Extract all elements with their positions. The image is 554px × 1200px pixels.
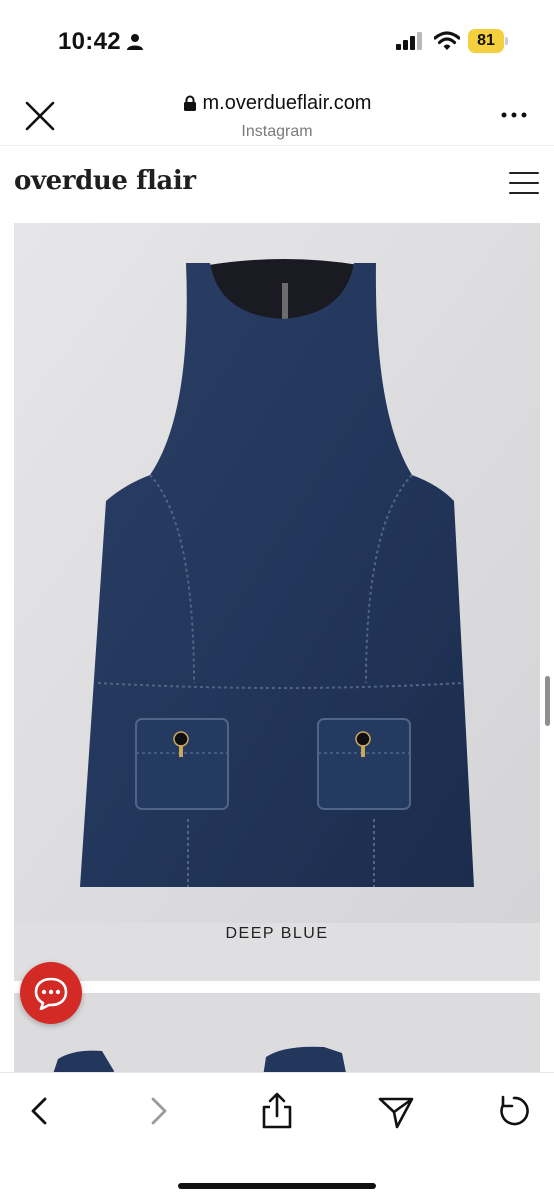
share-icon[interactable] xyxy=(257,1091,297,1131)
url-subtitle: Instagram xyxy=(241,123,313,140)
product-card[interactable] xyxy=(14,993,540,1083)
site-logo[interactable]: overdue flair xyxy=(14,166,196,196)
url-area[interactable]: m.overdueflair.com Instagram xyxy=(0,92,554,141)
product-image[interactable] xyxy=(14,223,540,923)
chat-button[interactable] xyxy=(20,962,82,1024)
signal-icon xyxy=(396,32,422,50)
wifi-icon xyxy=(434,31,460,50)
back-icon[interactable] xyxy=(20,1091,60,1131)
person-icon xyxy=(127,34,143,50)
scroll-indicator[interactable] xyxy=(545,676,550,726)
battery-level: 81 xyxy=(477,32,495,49)
url-line: m.overdueflair.com xyxy=(183,92,372,115)
chat-icon xyxy=(34,977,68,1010)
browser-header: m.overdueflair.com Instagram xyxy=(0,80,554,146)
forward-icon[interactable] xyxy=(138,1091,178,1131)
hamburger-menu-icon[interactable] xyxy=(508,170,540,196)
bottom-toolbar xyxy=(0,1072,554,1200)
url-text: m.overdueflair.com xyxy=(202,92,372,114)
product-card[interactable]: DEEP BLUE xyxy=(14,223,540,981)
home-indicator xyxy=(178,1183,376,1189)
send-icon[interactable] xyxy=(376,1091,416,1131)
battery-nub xyxy=(505,37,508,45)
status-time: 10:42 xyxy=(58,28,121,55)
battery-icon: 81 xyxy=(468,29,508,53)
product-image[interactable] xyxy=(14,993,540,1083)
status-bar: 10:42 81 xyxy=(0,0,554,80)
refresh-icon[interactable] xyxy=(494,1091,534,1131)
product-color-label: DEEP BLUE xyxy=(225,925,329,942)
lock-icon xyxy=(183,95,196,111)
more-icon[interactable] xyxy=(498,108,530,122)
site-header: overdue flair xyxy=(0,146,554,222)
